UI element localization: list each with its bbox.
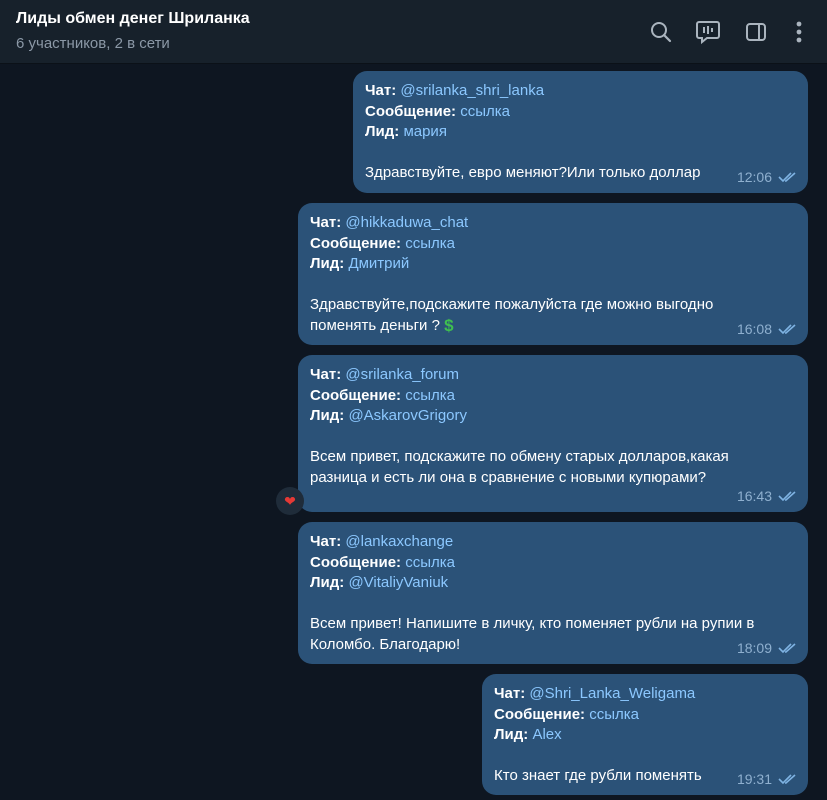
message-feed[interactable]: Чат: @srilanka_shri_lanka Сообщение: ссы… <box>0 64 827 800</box>
message-bubble[interactable]: Чат: @srilanka_shri_lanka Сообщение: ссы… <box>353 71 808 193</box>
message-text: Коломбо. Благодарю! <box>310 635 461 653</box>
message-text: Всем привет! Напишите в личку, кто помен… <box>310 615 755 632</box>
chat-label: Чат: <box>310 533 342 550</box>
message-link[interactable]: ссылка <box>405 554 455 571</box>
message-bubble[interactable]: Чат: @hikkaduwa_chat Сообщение: ссылка Л… <box>298 203 808 345</box>
message-text: разница и есть ли она в сравнение с новы… <box>310 468 707 486</box>
lead-label: Лид: <box>310 407 345 424</box>
lead-link[interactable]: мария <box>403 123 447 140</box>
message-text: Здравствуйте,подскажите пожалуйста где м… <box>310 296 714 313</box>
chat-label: Чат: <box>310 214 342 231</box>
message-time: 16:43 <box>736 487 772 504</box>
message-bubble[interactable]: Чат: @lankaxchange Сообщение: ссылка Лид… <box>298 522 808 664</box>
message-bubble[interactable]: Чат: @srilanka_forum Сообщение: ссылка Л… <box>298 355 808 512</box>
more-icon[interactable] <box>785 18 813 46</box>
lead-link[interactable]: Alex <box>532 726 561 743</box>
message-label: Сообщение: <box>494 705 586 723</box>
chat-link[interactable]: @lankaxchange <box>345 533 453 550</box>
message-text: поменять деньги ? <box>310 316 440 334</box>
chat-link[interactable]: @Shri_Lanka_Weligama <box>529 685 695 702</box>
message-link[interactable]: ссылка <box>589 706 639 723</box>
message-link[interactable]: ссылка <box>460 103 510 120</box>
message-time: 12:06 <box>736 168 772 185</box>
sidebar-toggle-icon[interactable] <box>742 18 770 46</box>
message-label: Сообщение: <box>310 234 402 252</box>
double-check-icon <box>778 773 798 785</box>
chat-link[interactable]: @hikkaduwa_chat <box>345 214 468 231</box>
chat-header: Лиды обмен денег Шриланка 6 участников, … <box>0 0 827 64</box>
chat-title[interactable]: Лиды обмен денег Шриланка <box>16 10 250 28</box>
lead-link[interactable]: @AskarovGrigory <box>348 407 467 424</box>
message-label: Сообщение: <box>365 102 457 120</box>
double-check-icon <box>778 323 798 335</box>
message-label: Сообщение: <box>310 553 402 571</box>
double-check-icon <box>778 490 798 502</box>
message-link[interactable]: ссылка <box>405 235 455 252</box>
live-chat-icon[interactable] <box>694 18 722 46</box>
message-time: 18:09 <box>736 639 772 656</box>
lead-link[interactable]: Дмитрий <box>348 255 409 272</box>
chat-link[interactable]: @srilanka_forum <box>345 366 459 383</box>
lead-label: Лид: <box>494 726 529 743</box>
chat-label: Чат: <box>310 366 342 383</box>
lead-link[interactable]: @VitaliyVaniuk <box>348 574 448 591</box>
dollar-emoji-icon: $ <box>444 315 454 335</box>
lead-label: Лид: <box>365 123 400 140</box>
chat-label: Чат: <box>494 685 526 702</box>
double-check-icon <box>778 642 798 654</box>
message-time: 19:31 <box>736 770 772 787</box>
message-text: Здравствуйте, евро меняют?Или только дол… <box>365 164 701 181</box>
double-check-icon <box>778 171 798 183</box>
message-time: 16:08 <box>736 320 772 337</box>
lead-label: Лид: <box>310 255 345 272</box>
chat-link[interactable]: @srilanka_shri_lanka <box>400 82 544 99</box>
chat-subtitle: 6 участников, 2 в сети <box>16 35 170 52</box>
message-text: Всем привет, подскажите по обмену старых… <box>310 448 729 465</box>
lead-label: Лид: <box>310 574 345 591</box>
message-label: Сообщение: <box>310 386 402 404</box>
heart-reaction-icon[interactable]: ❤ <box>276 487 304 515</box>
chat-label: Чат: <box>365 82 397 99</box>
message-link[interactable]: ссылка <box>405 387 455 404</box>
message-bubble[interactable]: Чат: @Shri_Lanka_Weligama Сообщение: ссы… <box>482 674 808 795</box>
search-icon[interactable] <box>647 18 675 46</box>
